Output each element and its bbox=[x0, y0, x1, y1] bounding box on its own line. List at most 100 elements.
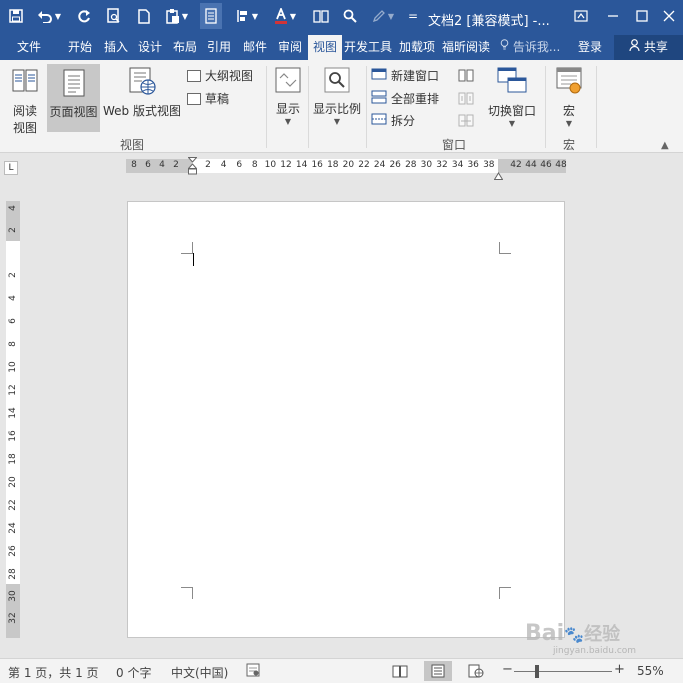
tab-layout[interactable]: 布局 bbox=[169, 35, 201, 60]
tab-review[interactable]: 审阅 bbox=[274, 35, 306, 60]
ruler-number: 2 bbox=[205, 160, 211, 170]
ruler-number: 4 bbox=[159, 160, 165, 170]
window-group-label: 窗口 bbox=[442, 138, 467, 152]
ruler-number: 34 bbox=[451, 160, 464, 170]
minimize-icon[interactable] bbox=[600, 5, 626, 27]
watermark-brand: Bai bbox=[525, 621, 565, 646]
ribbon-display-options-icon[interactable] bbox=[568, 5, 594, 27]
switch-windows-label: 切换窗口 bbox=[487, 104, 536, 118]
arrange-all-button[interactable]: 全部重排 bbox=[371, 90, 439, 107]
print-layout-view-icon[interactable] bbox=[424, 661, 452, 681]
share-label: 共享 bbox=[643, 40, 668, 54]
print-layout-label: 页面视图 bbox=[49, 105, 98, 119]
font-color-icon[interactable]: ▼ bbox=[270, 3, 300, 29]
print-layout-button[interactable]: 页面视图 bbox=[47, 64, 100, 132]
tab-design[interactable]: 设计 bbox=[134, 35, 166, 60]
zoom-slider-track[interactable] bbox=[514, 671, 612, 672]
macros-button[interactable]: 宏 ▼ bbox=[550, 66, 588, 132]
macro-recording-icon[interactable] bbox=[246, 663, 260, 680]
paste-icon[interactable]: ▼ bbox=[162, 3, 192, 29]
web-layout-button[interactable]: Web 版式视图 bbox=[101, 66, 183, 132]
share-button[interactable]: 共享 bbox=[614, 35, 683, 60]
ruler-number: 14 bbox=[8, 407, 18, 419]
margin-corner-bottom-left bbox=[181, 587, 193, 599]
language-indicator[interactable]: 中文(中国) bbox=[171, 664, 228, 681]
ruler-number: 8 bbox=[251, 160, 258, 170]
web-layout-label: Web 版式视图 bbox=[103, 104, 181, 118]
horizontal-ruler[interactable]: 8 6 4 2 2 4 6 8 10 12 14 16 18 20 22 24 26 28 30 32 34 36 38 42… bbox=[126, 157, 567, 180]
read-mode-button[interactable]: 阅读 视图 bbox=[6, 66, 44, 135]
find-icon[interactable] bbox=[340, 3, 360, 29]
new-window-button[interactable]: 新建窗口 bbox=[371, 67, 439, 84]
word-count[interactable]: 0 个字 bbox=[116, 664, 151, 681]
outline-label: 大纲视图 bbox=[205, 69, 254, 83]
tab-mailings[interactable]: 邮件 bbox=[239, 35, 271, 60]
two-pages-icon[interactable] bbox=[310, 3, 332, 29]
ruler-number: 18 bbox=[327, 160, 339, 170]
status-bar: 第 1 页，共 1 页 0 个字 中文(中国) − + 55% bbox=[0, 658, 683, 683]
tab-addins[interactable]: 加载项 bbox=[395, 35, 439, 60]
group-separator bbox=[366, 66, 367, 148]
right-indent-marker[interactable] bbox=[493, 165, 504, 184]
draft-button[interactable]: 草稿 bbox=[187, 90, 229, 107]
print-preview-icon[interactable] bbox=[104, 3, 124, 29]
zoom-slider-thumb[interactable] bbox=[535, 665, 539, 678]
group-separator bbox=[266, 66, 267, 148]
ribbon-tabs: 文件 开始 插入 设计 布局 引用 邮件 审阅 视图 开发工具 加载项 福昕阅读… bbox=[0, 35, 683, 60]
customize-qat-icon[interactable]: = bbox=[406, 3, 420, 29]
ruler-number: 24 bbox=[8, 522, 18, 534]
ruler-number: 14 bbox=[295, 160, 308, 170]
tell-me-search[interactable]: 告诉我... bbox=[500, 35, 560, 60]
zoom-level[interactable]: 55% bbox=[637, 664, 664, 678]
sign-in-link[interactable]: 登录 bbox=[578, 35, 602, 60]
new-document-icon[interactable] bbox=[134, 3, 154, 29]
document-page[interactable] bbox=[127, 201, 565, 638]
margin-corner-bottom-right bbox=[499, 587, 511, 599]
show-button[interactable]: 显示 ▼ bbox=[270, 66, 306, 132]
split-label: 拆分 bbox=[391, 114, 416, 128]
ruler-number: 6 bbox=[8, 318, 18, 324]
tab-home[interactable]: 开始 bbox=[64, 35, 96, 60]
watermark-url: jingyan.baidu.com bbox=[553, 646, 637, 656]
read-mode-view-icon[interactable] bbox=[386, 661, 414, 681]
undo-icon[interactable]: ▼ bbox=[34, 3, 64, 29]
zoom-in-button[interactable]: + bbox=[614, 662, 625, 677]
ruler-number: 28 bbox=[405, 160, 417, 170]
save-icon[interactable] bbox=[6, 3, 26, 29]
tab-view[interactable]: 视图 bbox=[308, 35, 342, 60]
outline-icon bbox=[187, 69, 201, 82]
switch-windows-icon bbox=[482, 66, 542, 99]
switch-windows-button[interactable]: 切换窗口 ▼ bbox=[482, 66, 542, 132]
redo-icon[interactable] bbox=[74, 3, 94, 29]
web-layout-view-icon[interactable] bbox=[462, 661, 490, 681]
page-count[interactable]: 第 1 页，共 1 页 bbox=[8, 664, 99, 681]
ruler-number: 22 bbox=[8, 499, 18, 511]
maximize-icon[interactable] bbox=[629, 5, 655, 27]
paragraph-align-icon[interactable]: ▼ bbox=[232, 3, 262, 29]
zoom-button[interactable]: 显示比例 ▼ bbox=[310, 66, 364, 132]
tab-file[interactable]: 文件 bbox=[6, 35, 52, 60]
show-icon bbox=[270, 66, 306, 97]
vertical-ruler[interactable]: 4 2 2 4 6 8 10 12 14 16 18 20 22 24 26 28 30 32 bbox=[6, 201, 20, 638]
first-line-indent-marker[interactable] bbox=[187, 157, 198, 179]
outline-button[interactable]: 大纲视图 bbox=[187, 67, 253, 84]
tab-insert[interactable]: 插入 bbox=[100, 35, 132, 60]
ruler-number: 20 bbox=[8, 476, 18, 488]
tab-references[interactable]: 引用 bbox=[203, 35, 235, 60]
collapse-ribbon-icon[interactable]: ▲ bbox=[661, 140, 669, 151]
tab-foxit-reader[interactable]: 福昕阅读 bbox=[442, 35, 490, 60]
view-side-by-side-icon[interactable] bbox=[458, 67, 474, 86]
reset-window-position-icon bbox=[458, 112, 474, 131]
read-mode-line1: 阅读 bbox=[12, 104, 37, 118]
tab-developer[interactable]: 开发工具 bbox=[344, 35, 392, 60]
macros-group-label: 宏 bbox=[563, 138, 576, 152]
split-button[interactable]: 拆分 bbox=[371, 112, 415, 129]
page-layout-icon[interactable] bbox=[200, 3, 222, 29]
ruler-number: 16 bbox=[8, 430, 18, 442]
web-page-icon bbox=[101, 66, 183, 99]
page-icon bbox=[47, 68, 100, 101]
close-icon[interactable] bbox=[656, 5, 682, 27]
tab-selector[interactable]: L bbox=[4, 161, 18, 175]
zoom-out-button[interactable]: − bbox=[502, 662, 513, 677]
group-separator bbox=[308, 66, 309, 148]
